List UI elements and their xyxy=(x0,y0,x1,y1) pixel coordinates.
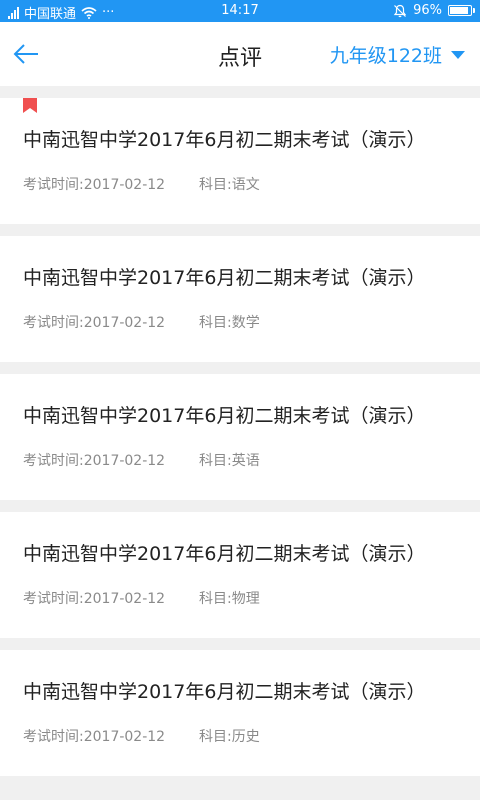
exam-title: 中南迅智中学2017年6月初二期末考试（演示） xyxy=(23,267,426,289)
exam-title: 中南迅智中学2017年6月初二期末考试（演示） xyxy=(23,405,426,427)
exam-date: 考试时间:2017-02-12 xyxy=(23,591,166,607)
triangle-down-icon xyxy=(451,50,465,59)
battery-icon xyxy=(448,5,475,16)
exam-title: 中南迅智中学2017年6月初二期末考试（演示） xyxy=(23,681,426,703)
exam-title: 中南迅智中学2017年6月初二期末考试（演示） xyxy=(23,543,426,565)
exam-date: 考试时间:2017-02-12 xyxy=(23,729,166,745)
class-selector[interactable]: 九年级122班 xyxy=(330,41,466,68)
exam-subject: 科目:历史 xyxy=(199,729,260,745)
exam-card[interactable]: 中南迅智中学2017年6月初二期末考试（演示） 考试时间:2017-02-12 … xyxy=(0,650,480,776)
exam-meta: 考试时间:2017-02-12 科目:数学 xyxy=(23,312,260,332)
battery-fill xyxy=(450,7,468,14)
exam-meta: 考试时间:2017-02-12 科目:英语 xyxy=(23,450,260,470)
exam-date: 考试时间:2017-02-12 xyxy=(23,177,166,193)
exam-date: 考试时间:2017-02-12 xyxy=(23,315,166,331)
header-bar: 点评 九年级122班 xyxy=(0,22,480,86)
exam-subject: 科目:数学 xyxy=(199,315,260,331)
exam-card[interactable]: 中南迅智中学2017年6月初二期末考试（演示） 考试时间:2017-02-12 … xyxy=(0,374,480,500)
exam-card[interactable]: 中南迅智中学2017年6月初二期末考试（演示） 考试时间:2017-02-12 … xyxy=(0,236,480,362)
bookmark-icon xyxy=(23,98,37,113)
exam-subject: 科目:英语 xyxy=(199,453,260,469)
exam-subject: 科目:语文 xyxy=(199,177,260,193)
exam-card[interactable]: 中南迅智中学2017年6月初二期末考试（演示） 考试时间:2017-02-12 … xyxy=(0,512,480,638)
exam-meta: 考试时间:2017-02-12 科目:物理 xyxy=(23,588,260,608)
exam-title: 中南迅智中学2017年6月初二期末考试（演示） xyxy=(23,129,426,151)
exam-card[interactable]: 中南迅智中学2017年6月初二期末考试（演示） 考试时间:2017-02-12 … xyxy=(0,98,480,224)
status-bar: 中国联通 ··· 14:17 96% xyxy=(0,0,480,22)
exam-meta: 考试时间:2017-02-12 科目:语文 xyxy=(23,174,260,194)
battery-percent: 96% xyxy=(413,3,442,18)
exam-date: 考试时间:2017-02-12 xyxy=(23,453,166,469)
exam-subject: 科目:物理 xyxy=(199,591,260,607)
bell-muted-icon xyxy=(393,4,407,17)
exam-meta: 考试时间:2017-02-12 科目:历史 xyxy=(23,726,260,746)
class-selector-label: 九年级122班 xyxy=(329,45,442,67)
status-right: 96% xyxy=(393,3,475,18)
